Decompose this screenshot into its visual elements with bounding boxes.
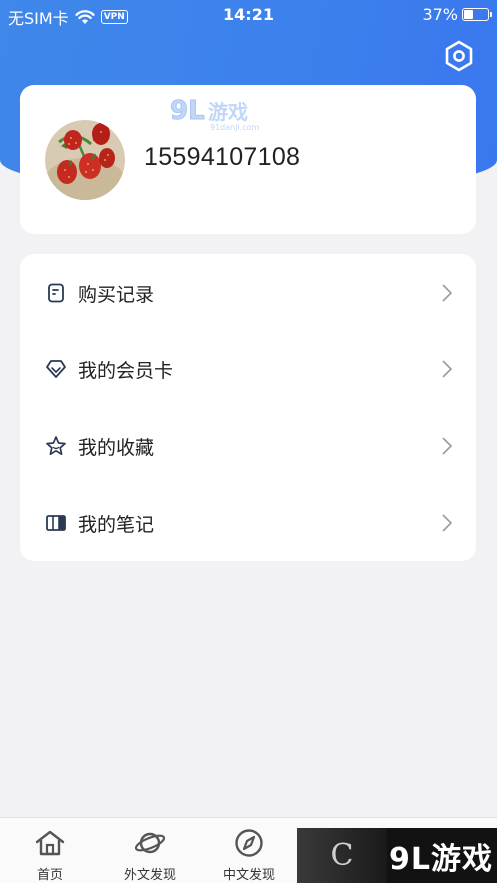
planet-icon [133,828,167,858]
menu-item-label: 我的收藏 [78,436,155,459]
menu-item-notes[interactable]: 我的笔记 [20,485,476,561]
tab-home[interactable]: 首页 [0,818,100,883]
svg-text:9L: 9L [170,96,205,126]
settings-hexagon-icon [445,40,473,72]
tab-label: 中文发现 [222,868,275,883]
diamond-icon [45,358,67,380]
notebook-icon [45,512,67,534]
menu-item-label: 我的笔记 [78,513,155,536]
phone-number: 15594107108 [144,143,301,171]
menu-card: 购买记录 我的会员卡 我的收藏 我的笔记 [20,254,476,561]
battery-icon [462,8,492,21]
menu-item-label: 购买记录 [78,283,155,306]
battery-level [464,10,473,19]
profile-card[interactable]: 15594107108 9L 游戏 91danji.com [20,85,476,234]
status-bar: 无SIM卡 VPN 14:21 37% [0,0,497,30]
status-right: 37% [422,5,492,24]
tab-label: 外文发现 [123,868,176,883]
tab-foreign-discover[interactable]: 外文发现 [100,818,200,883]
receipt-icon [45,282,67,304]
home-icon [33,828,67,858]
svg-text:91danji.com: 91danji.com [210,123,260,132]
watermark-logo-image: 9L 游戏 91danji.com [170,96,260,133]
tab-label: 首页 [36,868,63,883]
menu-item-favorites[interactable]: 我的收藏 [20,408,476,484]
chevron-right-icon [442,514,453,532]
menu-item-label: 我的会员卡 [78,359,174,382]
battery-percent: 37% [422,5,458,24]
chevron-right-icon [442,437,453,455]
compass-icon [232,828,266,858]
watermark-text: 9L游戏 [389,841,493,877]
menu-item-member-card[interactable]: 我的会员卡 [20,331,476,407]
menu-item-purchase-records[interactable]: 购买记录 [20,255,476,331]
star-icon [45,435,67,457]
watermark-banner: C 9L游戏 [297,828,497,883]
chevron-right-icon [442,284,453,302]
tab-chinese-discover[interactable]: 中文发现 [199,818,299,883]
chevron-right-icon [442,360,453,378]
watermark-logo: 9L 游戏 91danji.com [170,93,270,133]
watermark-logo-icon: C [297,828,387,883]
avatar-strawberry-image [45,120,125,200]
avatar[interactable] [45,120,125,200]
svg-text:游戏: 游戏 [208,100,248,124]
settings-button[interactable] [441,38,477,74]
